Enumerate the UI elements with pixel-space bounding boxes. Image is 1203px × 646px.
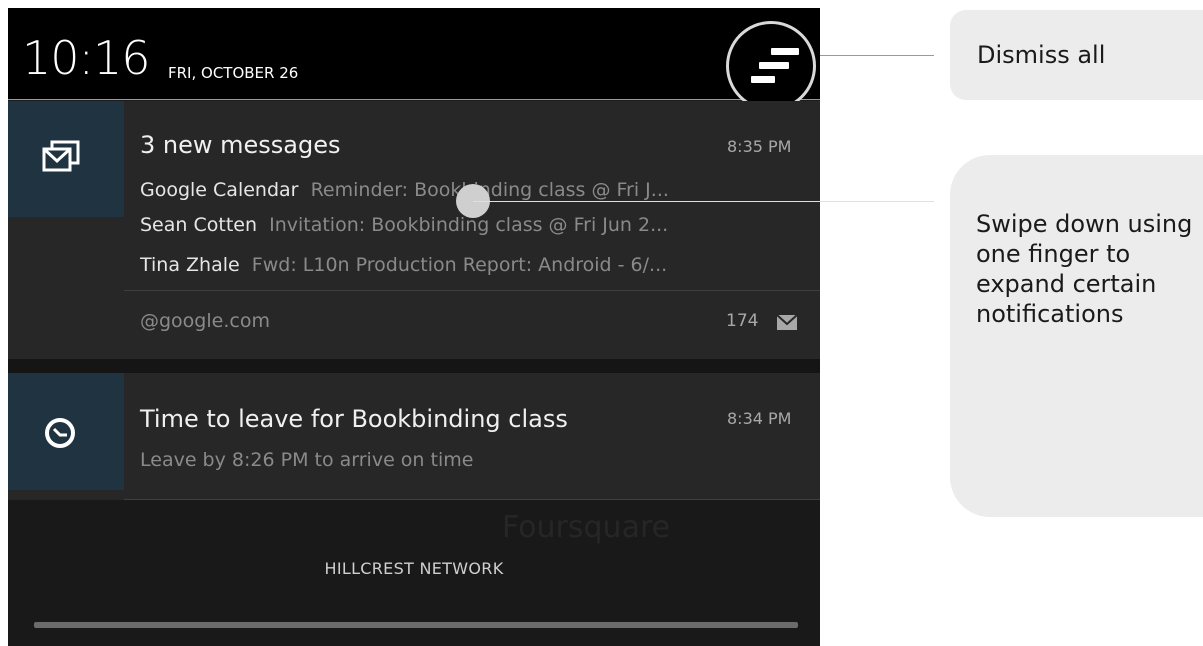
notification-divider <box>124 290 820 291</box>
dismiss-all-button[interactable] <box>726 21 816 111</box>
callout-dismiss-all: Dismiss all <box>950 10 1203 100</box>
gmail-icon <box>42 140 80 172</box>
clock-time: 10:16 <box>22 31 151 85</box>
notification-subtitle: Leave by 8:26 PM to arrive on time <box>140 449 474 471</box>
callout-text: Dismiss all <box>977 41 1106 69</box>
callout-leader-line <box>473 201 934 202</box>
callout-text: Swipe down using one finger to expand ce… <box>976 210 1193 328</box>
message-sender: Google Calendar <box>140 179 299 201</box>
callout-swipe-down: Swipe down using one finger to expand ce… <box>950 155 1203 517</box>
dismiss-all-icon-bar-bottom <box>751 76 775 83</box>
notification-title: 3 new messages <box>140 131 341 159</box>
shade-bottom: Foursquare HILLCREST NETWORK <box>8 500 820 646</box>
notification-time: 8:35 PM <box>727 137 792 156</box>
callout-leader-line <box>820 55 934 56</box>
account-label: @google.com <box>140 310 270 332</box>
dismiss-all-icon-bar-top <box>771 48 799 55</box>
network-carrier-label: HILLCREST NETWORK <box>324 559 504 578</box>
notification-shade: 10:16 FRI, OCTOBER 26 3 new messages 8:3… <box>8 8 820 646</box>
clock-date: FRI, OCTOBER 26 <box>168 64 299 82</box>
message-sender: Tina Zhale <box>140 254 240 276</box>
notification-gmail[interactable]: 3 new messages 8:35 PM Google Calendar R… <box>8 101 820 359</box>
notification-reminder[interactable]: Time to leave for Bookbinding class 8:34… <box>8 373 820 500</box>
message-line: Tina Zhale Fwd: L10n Production Report: … <box>140 254 810 276</box>
dismiss-all-icon-bar-middle <box>759 62 789 69</box>
message-subject: Fwd: L10n Production Report: Android - 6… <box>251 254 668 276</box>
notification-gap <box>8 359 820 373</box>
shade-drag-handle[interactable] <box>34 622 798 628</box>
clock-icon-tile <box>8 373 124 490</box>
notification-title: Time to leave for Bookbinding class <box>140 405 568 433</box>
background-app-text: Foursquare <box>502 510 671 545</box>
unread-count: 174 <box>726 311 759 331</box>
message-sender: Sean Cotten <box>140 214 257 236</box>
notification-time: 8:34 PM <box>727 409 792 428</box>
mail-icon <box>776 314 798 330</box>
gmail-icon-tile <box>8 101 124 217</box>
clock-icon <box>45 418 75 448</box>
status-bar-header: 10:16 FRI, OCTOBER 26 <box>8 8 820 111</box>
